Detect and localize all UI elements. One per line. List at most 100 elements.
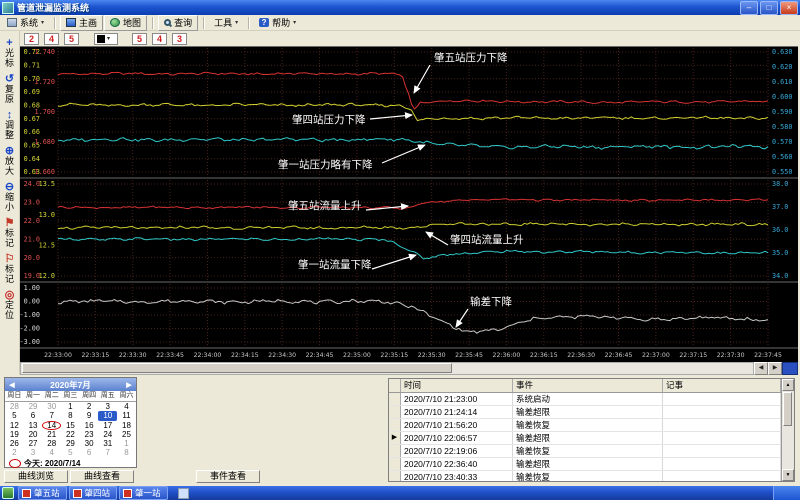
tool-cursor[interactable]: +光标	[0, 37, 19, 68]
maximize-button[interactable]: □	[760, 1, 778, 15]
curve-browse-button[interactable]: 曲线浏览	[4, 470, 68, 483]
scroll-up-button[interactable]: ▲	[782, 379, 794, 391]
menu-main[interactable]: 主画	[60, 15, 103, 31]
tool-adjust[interactable]: ↕调整	[0, 109, 19, 140]
svg-text:22:36:30: 22:36:30	[567, 352, 595, 359]
chart-scrollbar[interactable]: ◀ ▶	[20, 362, 798, 375]
menu-help[interactable]: ?帮助▾	[254, 16, 301, 30]
series-count-button[interactable]: 5	[64, 33, 79, 45]
event-row[interactable]: 2020/7/10 22:19:06输差恢复	[389, 445, 781, 458]
calendar-day[interactable]: 18	[117, 421, 136, 430]
calendar-week: 2829301234	[5, 402, 136, 411]
menu-map[interactable]: 地图	[104, 15, 147, 31]
calendar-day[interactable]: 5	[61, 448, 80, 457]
calendar-day[interactable]: 12	[5, 421, 24, 430]
series-count-button[interactable]: 5	[132, 33, 147, 45]
calendar-day[interactable]: 31	[98, 439, 117, 448]
tool-mark2[interactable]: ⚐标记	[0, 253, 19, 284]
calendar-day[interactable]: 30	[80, 439, 99, 448]
trend-chart[interactable]: 0.720.710.700.690.680.670.660.650.640.63…	[20, 46, 798, 362]
series-count-button[interactable]: 4	[152, 33, 167, 45]
tool-restore[interactable]: ↺复原	[0, 73, 19, 104]
series-count-button[interactable]: 4	[44, 33, 59, 45]
calendar-day[interactable]: 5	[5, 411, 24, 420]
calendar-day[interactable]: 14	[42, 421, 61, 430]
close-button[interactable]: ×	[780, 1, 798, 15]
station-button[interactable]: 肇一站	[119, 486, 168, 500]
event-name: 输差恢复	[513, 445, 663, 457]
table-scrollbar-track[interactable]	[782, 391, 794, 469]
calendar-day[interactable]: 1	[117, 439, 136, 448]
calendar-day[interactable]: 20	[24, 430, 43, 439]
calendar-day[interactable]: 3	[24, 448, 43, 457]
menu-tools[interactable]: 工具▾	[209, 16, 243, 30]
calendar-day[interactable]: 2	[5, 448, 24, 457]
calendar-day[interactable]: 27	[24, 439, 43, 448]
calendar-day[interactable]: 21	[42, 430, 61, 439]
calendar-header: ◀ 2020年7月 ▶	[5, 378, 136, 391]
scrollbar-thumb[interactable]	[22, 363, 452, 373]
table-scrollbar-thumb[interactable]	[783, 392, 792, 426]
taskbar-start-icon[interactable]	[2, 487, 14, 499]
curve-view-button[interactable]: 曲线查看	[70, 470, 134, 483]
event-row[interactable]: 2020/7/10 22:36:40输差超限	[389, 458, 781, 471]
series-count-button[interactable]: 2	[24, 33, 39, 45]
calendar-day[interactable]: 13	[24, 421, 43, 430]
calendar-day[interactable]: 19	[5, 430, 24, 439]
calendar-day[interactable]: 29	[61, 439, 80, 448]
calendar-day[interactable]: 29	[24, 402, 43, 411]
event-row[interactable]: 2020/7/10 21:23:00系统启动	[389, 393, 781, 406]
menu-system[interactable]: 系统▾	[2, 16, 49, 30]
series-count-button[interactable]: 3	[172, 33, 187, 45]
table-scrollbar[interactable]: ▲ ▼	[781, 379, 794, 481]
calendar-day[interactable]: 28	[42, 439, 61, 448]
calendar-day[interactable]: 30	[42, 402, 61, 411]
calendar-day[interactable]: 7	[42, 411, 61, 420]
calendar-day[interactable]: 1	[61, 402, 80, 411]
calendar-day[interactable]: 23	[80, 430, 99, 439]
calendar-day[interactable]: 15	[61, 421, 80, 430]
calendar-day[interactable]: 7	[98, 448, 117, 457]
calendar-day[interactable]: 6	[24, 411, 43, 420]
calendar-day[interactable]: 4	[117, 402, 136, 411]
event-row[interactable]: 2020/7/10 23:40:33输差恢复	[389, 471, 781, 481]
scroll-right-button[interactable]: ▶	[768, 362, 782, 375]
calendar-day[interactable]: 16	[80, 421, 99, 430]
calendar-day[interactable]: 26	[5, 439, 24, 448]
station-button[interactable]: 肇四站	[69, 486, 118, 500]
color-picker[interactable]: ▾	[94, 33, 118, 45]
calendar-footer[interactable]: 今天: 2020/7/14	[5, 458, 136, 470]
event-row[interactable]: 2020/7/10 21:56:20输差恢复	[389, 419, 781, 432]
calendar-day[interactable]: 2	[80, 402, 99, 411]
calendar-day[interactable]: 25	[117, 430, 136, 439]
calendar-prev-button[interactable]: ◀	[5, 381, 19, 389]
calendar-day[interactable]: 10	[98, 411, 117, 420]
scroll-down-button[interactable]: ▼	[782, 469, 794, 481]
minimize-button[interactable]: –	[740, 1, 758, 15]
calendar-day[interactable]: 28	[5, 402, 24, 411]
tool-mark1[interactable]: ⚑标记	[0, 217, 19, 248]
event-view-button[interactable]: 事件查看	[196, 470, 260, 483]
calendar-day[interactable]: 3	[98, 402, 117, 411]
calendar-day[interactable]: 24	[98, 430, 117, 439]
scroll-left-button[interactable]: ◀	[754, 362, 768, 375]
tool-zoom-in[interactable]: ⊕放大	[0, 145, 19, 176]
calendar-next-button[interactable]: ▶	[122, 381, 136, 389]
scrollbar-track[interactable]	[20, 362, 754, 375]
calendar-day[interactable]: 9	[80, 411, 99, 420]
calendar-day[interactable]: 6	[80, 448, 99, 457]
calendar-day[interactable]: 8	[117, 448, 136, 457]
calendar-day[interactable]: 4	[42, 448, 61, 457]
station-button[interactable]: 肇五站	[18, 486, 67, 500]
calendar-day[interactable]: 22	[61, 430, 80, 439]
svg-text:22:34:15: 22:34:15	[231, 352, 259, 359]
event-row[interactable]: 2020/7/10 21:24:14输差超限	[389, 406, 781, 419]
taskbar-misc-icon[interactable]	[178, 488, 189, 499]
event-row[interactable]: ▶2020/7/10 22:06:57输差超限	[389, 432, 781, 445]
tool-zoom-out[interactable]: ⊖缩小	[0, 181, 19, 212]
tool-locate[interactable]: ◎定位	[0, 289, 19, 320]
menu-query[interactable]: 查询	[158, 15, 198, 31]
calendar-day[interactable]: 17	[98, 421, 117, 430]
calendar-day[interactable]: 8	[61, 411, 80, 420]
calendar-day[interactable]: 11	[117, 411, 136, 420]
